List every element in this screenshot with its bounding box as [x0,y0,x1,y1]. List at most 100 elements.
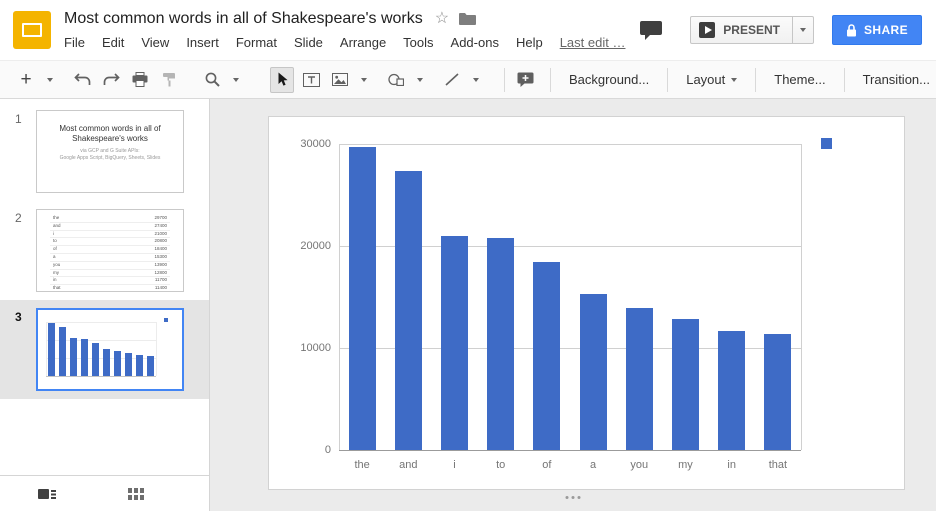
zoom-button[interactable] [200,67,224,93]
shape-dropdown[interactable] [413,67,426,93]
toolbar-separator [755,68,756,92]
select-tool[interactable] [270,67,294,93]
transition-button[interactable]: Transition... [853,67,936,93]
bar-a [103,349,110,377]
comments-button[interactable] [640,21,662,40]
main-area: 1 Most common words in all of Shakespear… [0,99,936,511]
legend-swatch [821,138,832,149]
share-button[interactable]: SHARE [832,15,922,45]
redo-button[interactable] [99,67,123,93]
menu-tools[interactable]: Tools [403,35,433,50]
slide-thumbnail-row-3[interactable]: 3 [0,300,209,399]
theme-button[interactable]: Theme... [764,67,835,93]
plus-icon: + [20,70,31,89]
x-axis-label: in [709,459,755,471]
shape-icon [388,73,404,86]
view-switcher [0,475,209,511]
share-label: SHARE [864,23,908,37]
bar-the [48,323,55,377]
menu-edit[interactable]: Edit [102,35,124,50]
paint-roller-icon [162,72,177,87]
slide-thumbnail-row-1[interactable]: 1 Most common words in all of Shakespear… [0,102,209,201]
bar-a [580,294,607,450]
new-slide-dropdown[interactable] [43,67,56,93]
slides-logo-icon[interactable] [13,11,51,49]
chevron-down-icon [361,78,367,82]
x-axis-label: i [431,459,477,471]
slide-thumbnail-row-2[interactable]: 2 the29700and27400i21000to20800of18400a1… [0,201,209,300]
chevron-down-icon [731,78,737,82]
document-title[interactable]: Most common words in all of Shakespeare'… [64,10,423,28]
undo-button[interactable] [70,67,94,93]
menu-file[interactable]: File [64,35,85,50]
toolbar: + Background... Layout Theme... Transiti… [0,60,936,99]
filmstrip-scroll[interactable]: 1 Most common words in all of Shakespear… [0,99,209,475]
menu-view[interactable]: View [141,35,169,50]
line-dropdown[interactable] [469,67,482,93]
bar-chart[interactable]: 0100002000030000theanditoofayoumyinthat [269,117,904,489]
insert-comment-icon [517,72,534,87]
header: Most common words in all of Shakespeare'… [0,0,936,60]
bar-in [718,331,745,450]
slide-3-thumbnail[interactable] [36,308,184,391]
bar-and [395,171,422,451]
paint-format-button[interactable] [157,67,181,93]
cursor-icon [277,72,288,87]
chevron-down-icon [800,28,806,32]
background-button[interactable]: Background... [559,67,659,93]
background-label: Background... [569,72,649,87]
gridline [46,322,156,323]
zoom-dropdown[interactable] [229,67,242,93]
slide-canvas[interactable]: 0100002000030000theanditoofayoumyinthat [210,99,936,511]
mini-table-row: you13900 [50,262,170,270]
mini-table-row: in11700 [50,277,170,285]
menu-format[interactable]: Format [236,35,277,50]
layout-button[interactable]: Layout [676,67,747,93]
menu-addons[interactable]: Add-ons [451,35,499,50]
toolbar-separator [550,68,551,92]
grid-view-button[interactable] [128,487,144,501]
thumb-title: Most common words in all of Shakespeare'… [47,124,173,145]
last-edit-link[interactable]: Last edit … [560,35,626,50]
bar-that [764,334,791,450]
zoom-icon [205,72,220,87]
present-dropdown-button[interactable] [792,17,813,43]
menu-slide[interactable]: Slide [294,35,323,50]
bar-you [626,308,653,450]
insert-image-button[interactable] [328,67,352,93]
notes-resize-handle[interactable] [566,496,581,499]
present-button[interactable]: PRESENT [691,17,792,43]
line-tool[interactable] [440,67,464,93]
filmstrip-view-button[interactable] [38,487,56,501]
slide-2-thumbnail[interactable]: the29700and27400i21000to20800of18400a153… [36,209,184,292]
star-icon[interactable]: ☆ [435,11,449,27]
y-axis-line [46,322,47,376]
print-button[interactable] [128,67,152,93]
bar-to [81,339,88,376]
insert-comment-button[interactable] [513,67,537,93]
bar-that [147,356,154,377]
y-axis-label: 10000 [287,342,331,354]
header-right: PRESENT SHARE [640,15,922,45]
current-slide[interactable]: 0100002000030000theanditoofayoumyinthat [268,116,905,490]
menu-arrange[interactable]: Arrange [340,35,386,50]
x-axis-label: the [339,459,385,471]
slide-filmstrip: 1 Most common words in all of Shakespear… [0,99,210,511]
menu-help[interactable]: Help [516,35,543,50]
new-slide-button[interactable]: + [14,67,38,93]
menu-insert[interactable]: Insert [186,35,219,50]
present-label: PRESENT [723,23,780,37]
slide-1-thumbnail[interactable]: Most common words in all of Shakespeare'… [36,110,184,193]
layout-label: Layout [686,72,725,87]
grid-view-icon [128,487,144,501]
x-axis-label: to [478,459,524,471]
bar-i [70,338,77,376]
text-box-tool[interactable] [299,67,323,93]
x-axis-label: my [662,459,708,471]
shape-tool[interactable] [384,67,408,93]
chevron-down-icon [47,78,53,82]
folder-icon[interactable] [459,12,476,25]
y-axis-label: 20000 [287,240,331,252]
image-dropdown[interactable] [357,67,370,93]
folder-glyph [459,12,476,25]
